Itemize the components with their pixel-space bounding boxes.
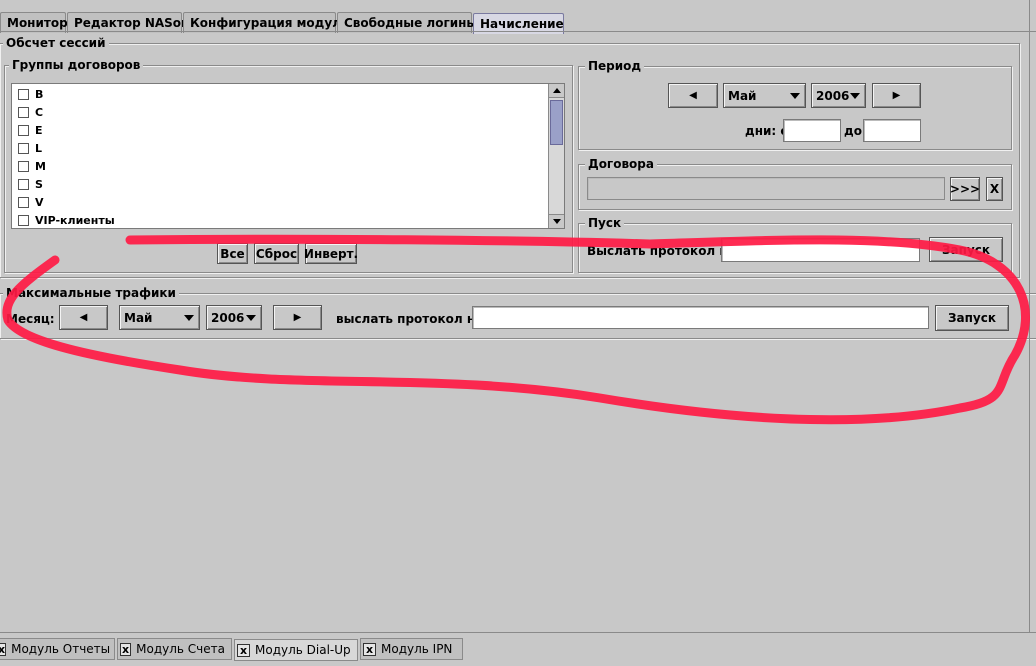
- module-tab-ipn[interactable]: x Модуль IPN: [360, 638, 463, 660]
- close-icon[interactable]: x: [0, 642, 7, 656]
- close-icon[interactable]: x: [237, 643, 250, 657]
- close-icon[interactable]: x: [120, 642, 132, 656]
- module-tab-reports[interactable]: x Модуль Отчеты: [0, 638, 115, 660]
- module-tab-invoices[interactable]: x Модуль Счета: [117, 638, 232, 660]
- module-tab-dialup[interactable]: x Модуль Dial-Up: [234, 639, 358, 661]
- close-icon[interactable]: x: [363, 642, 376, 656]
- annotation-ellipse: [2, 234, 1030, 425]
